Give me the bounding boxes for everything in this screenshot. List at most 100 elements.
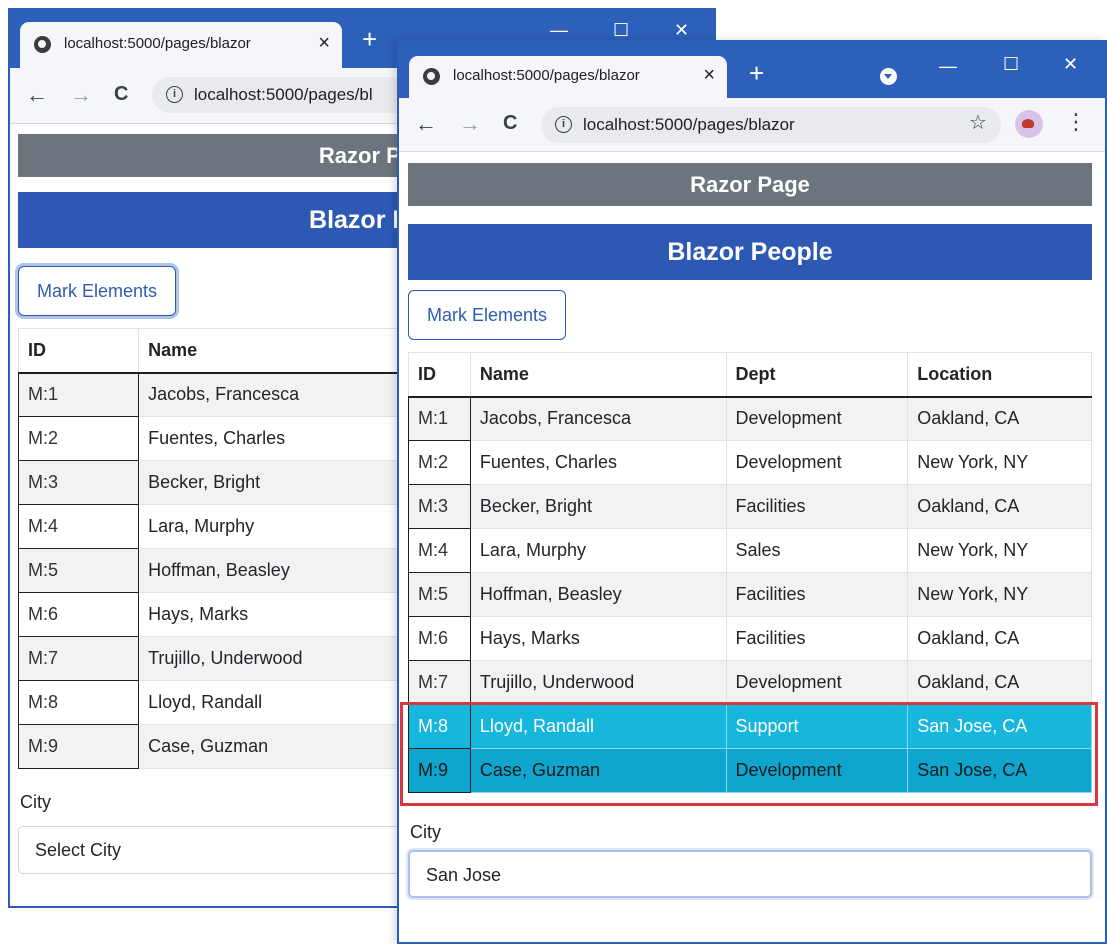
id-cell: M:8	[408, 704, 471, 749]
table-cell: Lara, Murphy	[469, 528, 727, 573]
id-cell: M:5	[17, 548, 140, 593]
mark-elements-button[interactable]: Mark Elements	[408, 290, 567, 340]
id-cell: M:1	[408, 396, 471, 441]
tab-strip: localhost:5000/pages/blazor × + — ☐ ✕	[399, 42, 1105, 98]
info-icon[interactable]: i	[166, 86, 183, 103]
table-cell: Facilities	[725, 484, 909, 529]
maximize-button[interactable]: ☐	[1003, 54, 1019, 75]
table-cell: Development	[725, 660, 909, 705]
maximize-button[interactable]: ☐	[613, 20, 629, 41]
table-cell: Development	[725, 748, 909, 793]
globe-icon	[34, 36, 51, 53]
table-cell: Case, Guzman	[469, 748, 727, 793]
column-header: Location	[907, 352, 1092, 398]
back-arrow-icon[interactable]: ←	[26, 82, 48, 108]
browser-tab[interactable]: localhost:5000/pages/blazor ×	[20, 22, 342, 68]
table-cell: Sales	[725, 528, 909, 573]
new-tab-button[interactable]: +	[749, 60, 764, 86]
page-content: Razor Page Blazor People Mark Elements I…	[399, 152, 1105, 942]
column-header: Name	[469, 352, 727, 398]
table-cell: Oakland, CA	[907, 396, 1092, 441]
table-cell: Development	[725, 440, 909, 485]
info-icon[interactable]: i	[555, 116, 572, 133]
id-cell: M:9	[17, 724, 140, 769]
reload-icon[interactable]: C	[503, 112, 517, 135]
table-cell: Becker, Bright	[469, 484, 727, 529]
city-label: City	[410, 822, 441, 842]
column-header: ID	[408, 352, 471, 398]
bookmark-star-icon[interactable]: ☆	[969, 110, 987, 135]
browser-window-front: localhost:5000/pages/blazor × + — ☐ ✕ ← …	[397, 40, 1107, 944]
tab-title: localhost:5000/pages/blazor	[453, 67, 640, 84]
minimize-button[interactable]: —	[550, 20, 568, 41]
id-cell: M:8	[17, 680, 140, 725]
id-cell: M:5	[408, 572, 471, 617]
table-row: M:2 Fuentes, Charles Development New York, …	[408, 440, 1092, 485]
tab-title: localhost:5000/pages/blazor	[64, 35, 251, 52]
table-cell: Oakland, CA	[907, 616, 1092, 661]
id-cell: M:6	[408, 616, 471, 661]
reload-icon[interactable]: C	[114, 83, 128, 106]
tab-close-icon[interactable]: ×	[318, 32, 330, 55]
id-cell: M:3	[17, 460, 140, 505]
table-row: M:8 Lloyd, Randall Support San Jose, CA	[408, 704, 1092, 749]
table-row: M:3 Becker, Bright Facilities Oakland, CA	[408, 484, 1092, 529]
tab-search-icon[interactable]	[880, 68, 897, 85]
browser-toolbar: ← → C i localhost:5000/pages/blazor ☆ ⋮	[399, 98, 1105, 152]
id-cell: M:4	[408, 528, 471, 573]
id-cell: M:7	[17, 636, 140, 681]
table-cell: Lloyd, Randall	[469, 704, 727, 749]
table-row: M:5 Hoffman, Beasley Facilities New York, N…	[408, 572, 1092, 617]
table-cell: Facilities	[725, 616, 909, 661]
table-cell: New York, NY	[907, 440, 1092, 485]
address-bar[interactable]: i localhost:5000/pages/blazor	[541, 107, 1001, 143]
city-label: City	[20, 792, 51, 812]
browser-tab[interactable]: localhost:5000/pages/blazor ×	[409, 56, 727, 98]
close-window-button[interactable]: ✕	[1063, 54, 1078, 75]
mark-elements-button[interactable]: Mark Elements	[18, 266, 177, 316]
globe-icon	[423, 68, 440, 85]
id-cell: M:7	[408, 660, 471, 705]
table-row: M:7 Trujillo, Underwood Development Oakland…	[408, 660, 1092, 705]
table-cell: Oakland, CA	[907, 660, 1092, 705]
menu-icon[interactable]: ⋮	[1065, 108, 1087, 136]
id-cell: M:2	[17, 416, 140, 461]
url-text: localhost:5000/pages/bl	[194, 85, 373, 104]
table-row: M:6 Hays, Marks Facilities Oakland, CA	[408, 616, 1092, 661]
people-table: ID Name Dept Location M:1 Jacobs, Francesca D…	[408, 352, 1092, 793]
column-header: ID	[17, 328, 140, 374]
id-cell: M:1	[17, 372, 140, 417]
blazor-people-header: Blazor People	[408, 224, 1092, 280]
id-cell: M:6	[17, 592, 140, 637]
back-arrow-icon[interactable]: ←	[415, 111, 437, 137]
table-cell: Oakland, CA	[907, 484, 1092, 529]
table-cell: Trujillo, Underwood	[469, 660, 727, 705]
table-cell: Development	[725, 396, 909, 441]
tab-close-icon[interactable]: ×	[703, 64, 715, 87]
forward-arrow-icon[interactable]: →	[70, 82, 92, 108]
table-cell: Facilities	[725, 572, 909, 617]
url-text: localhost:5000/pages/blazor	[583, 115, 795, 134]
forward-arrow-icon[interactable]: →	[459, 111, 481, 137]
id-cell: M:4	[17, 504, 140, 549]
minimize-button[interactable]: —	[939, 56, 957, 77]
city-select[interactable]: San Jose	[408, 850, 1092, 898]
table-cell: New York, NY	[907, 528, 1092, 573]
razor-page-header: Razor Page	[408, 163, 1092, 206]
table-cell: New York, NY	[907, 572, 1092, 617]
table-row: M:1 Jacobs, Francesca Development Oakland, …	[408, 396, 1092, 441]
profile-avatar-icon[interactable]	[1015, 110, 1043, 138]
table-cell: San Jose, CA	[907, 704, 1092, 749]
table-cell: Support	[725, 704, 909, 749]
table-cell: Jacobs, Francesca	[469, 396, 727, 441]
id-cell: M:9	[408, 748, 471, 793]
table-row: M:9 Case, Guzman Development San Jose, CA	[408, 748, 1092, 793]
column-header: Dept	[725, 352, 909, 398]
table-cell: Hoffman, Beasley	[469, 572, 727, 617]
new-tab-button[interactable]: +	[362, 26, 377, 52]
id-cell: M:2	[408, 440, 471, 485]
table-cell: Hays, Marks	[469, 616, 727, 661]
table-row: M:4 Lara, Murphy Sales New York, NY	[408, 528, 1092, 573]
close-window-button[interactable]: ✕	[674, 20, 689, 41]
id-cell: M:3	[408, 484, 471, 529]
